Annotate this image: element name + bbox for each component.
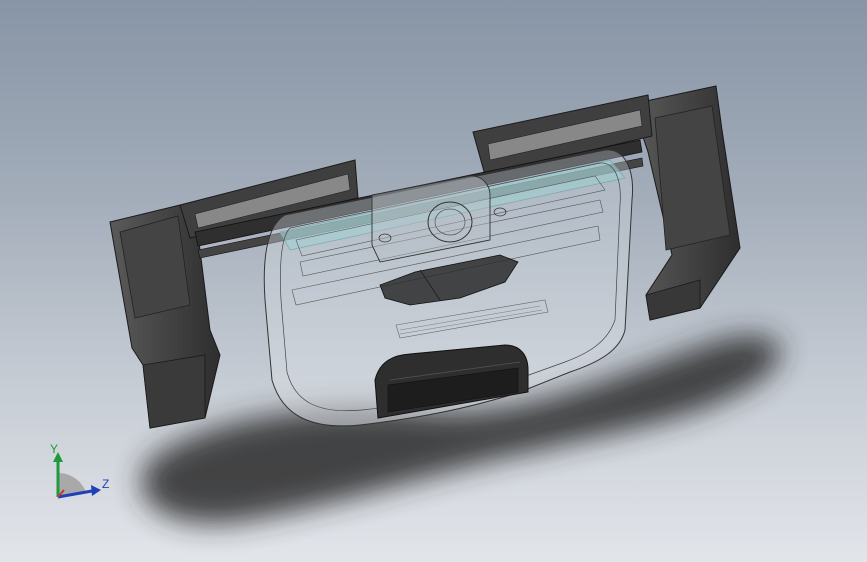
graphics-viewport[interactable]: Y Z — [0, 0, 867, 562]
model-view[interactable] — [0, 0, 867, 562]
y-axis-label: Y — [50, 442, 59, 456]
z-axis-label: Z — [102, 477, 110, 491]
coordinate-triad: Y Z — [40, 440, 120, 510]
